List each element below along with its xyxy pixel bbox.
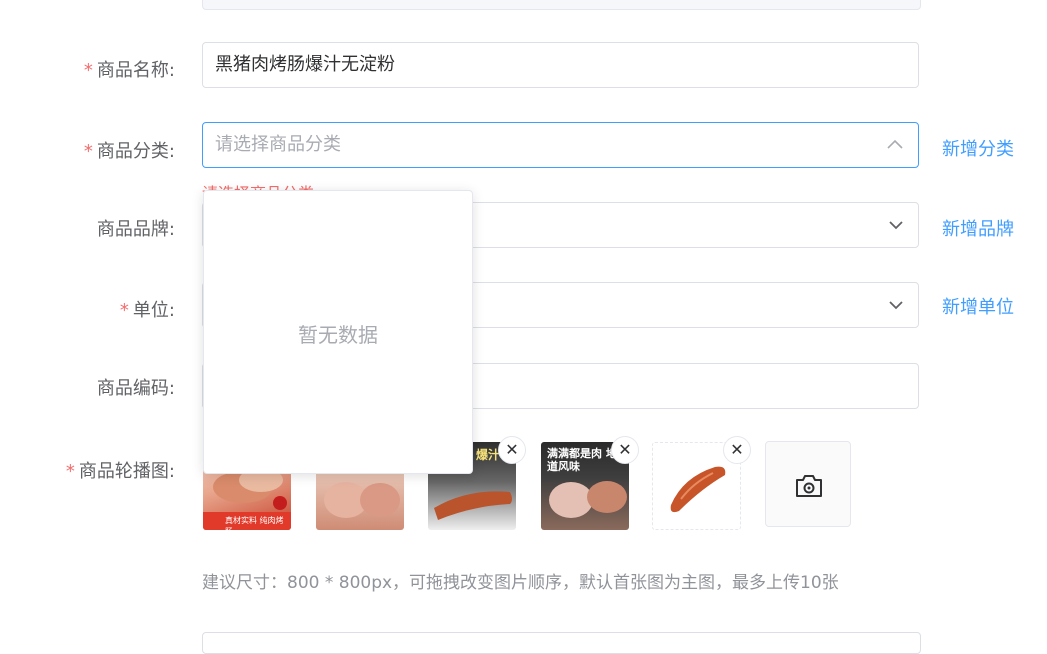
camera-icon (796, 475, 822, 497)
add-category-link[interactable]: 新增分类 (942, 135, 1014, 161)
remove-image-5-button[interactable]: ✕ (723, 436, 751, 464)
previous-field (202, 0, 921, 10)
remove-image-3-button[interactable]: ✕ (498, 436, 526, 464)
chevron-up-icon (886, 123, 904, 167)
remove-image-4-button[interactable]: ✕ (611, 436, 639, 464)
category-select[interactable]: 请选择商品分类 (202, 122, 919, 168)
code-label: 商品编码: (96, 378, 175, 399)
name-input[interactable]: 黑猪肉烤肠爆汁无淀粉 (202, 42, 919, 88)
close-icon: ✕ (730, 440, 744, 459)
close-icon: ✕ (505, 440, 519, 459)
thumb-caption: 爆汁 (476, 448, 501, 462)
add-brand-link[interactable]: 新增品牌 (942, 215, 1014, 241)
upload-image-button[interactable] (765, 441, 851, 527)
name-label: * 商品名称: (83, 60, 175, 81)
next-field (202, 632, 921, 654)
chevron-down-icon (888, 203, 904, 247)
carousel-hint: 建议尺寸：800 * 800px，可拖拽改变图片顺序，默认首张图为主图，最多上传… (202, 573, 839, 593)
unit-label: * 单位: (119, 300, 175, 321)
add-unit-link[interactable]: 新增单位 (942, 293, 1014, 319)
category-label: * 商品分类: (83, 141, 175, 162)
close-icon: ✕ (618, 440, 632, 459)
thumb-caption: 真材实料 纯肉烤肠 (225, 516, 284, 530)
empty-state-text: 暂无数据 (298, 323, 378, 347)
carousel-label: * 商品轮播图: (65, 461, 175, 482)
chevron-down-icon (888, 283, 904, 327)
category-dropdown: 暂无数据 (203, 190, 473, 474)
brand-label: 商品品牌: (96, 219, 175, 240)
